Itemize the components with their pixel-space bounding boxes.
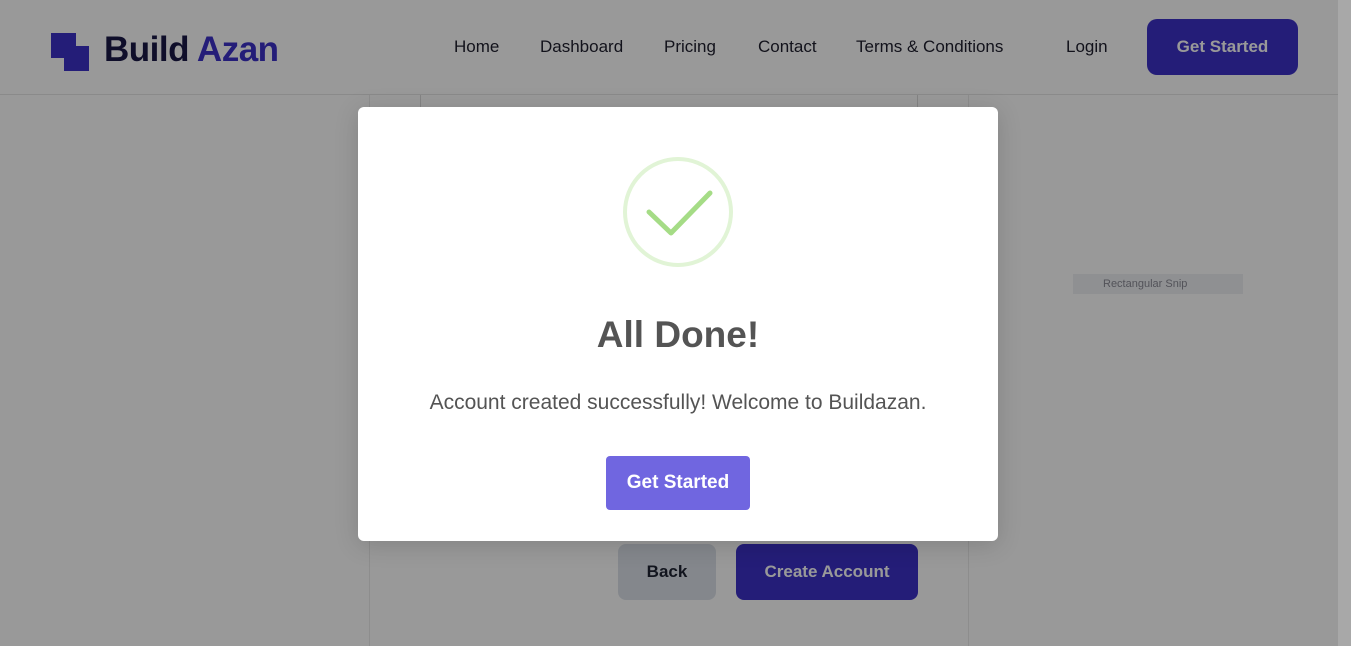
checkmark-icon	[646, 190, 713, 236]
page-scrollbar[interactable]	[1338, 0, 1351, 646]
dialog-message: Account created successfully! Welcome to…	[429, 391, 927, 414]
dialog-title: All Done!	[596, 314, 760, 355]
success-dialog: All Done! Account created successfully! …	[358, 107, 998, 541]
check-circle-icon	[623, 157, 733, 267]
dialog-get-started-button[interactable]: Get Started	[606, 456, 750, 510]
